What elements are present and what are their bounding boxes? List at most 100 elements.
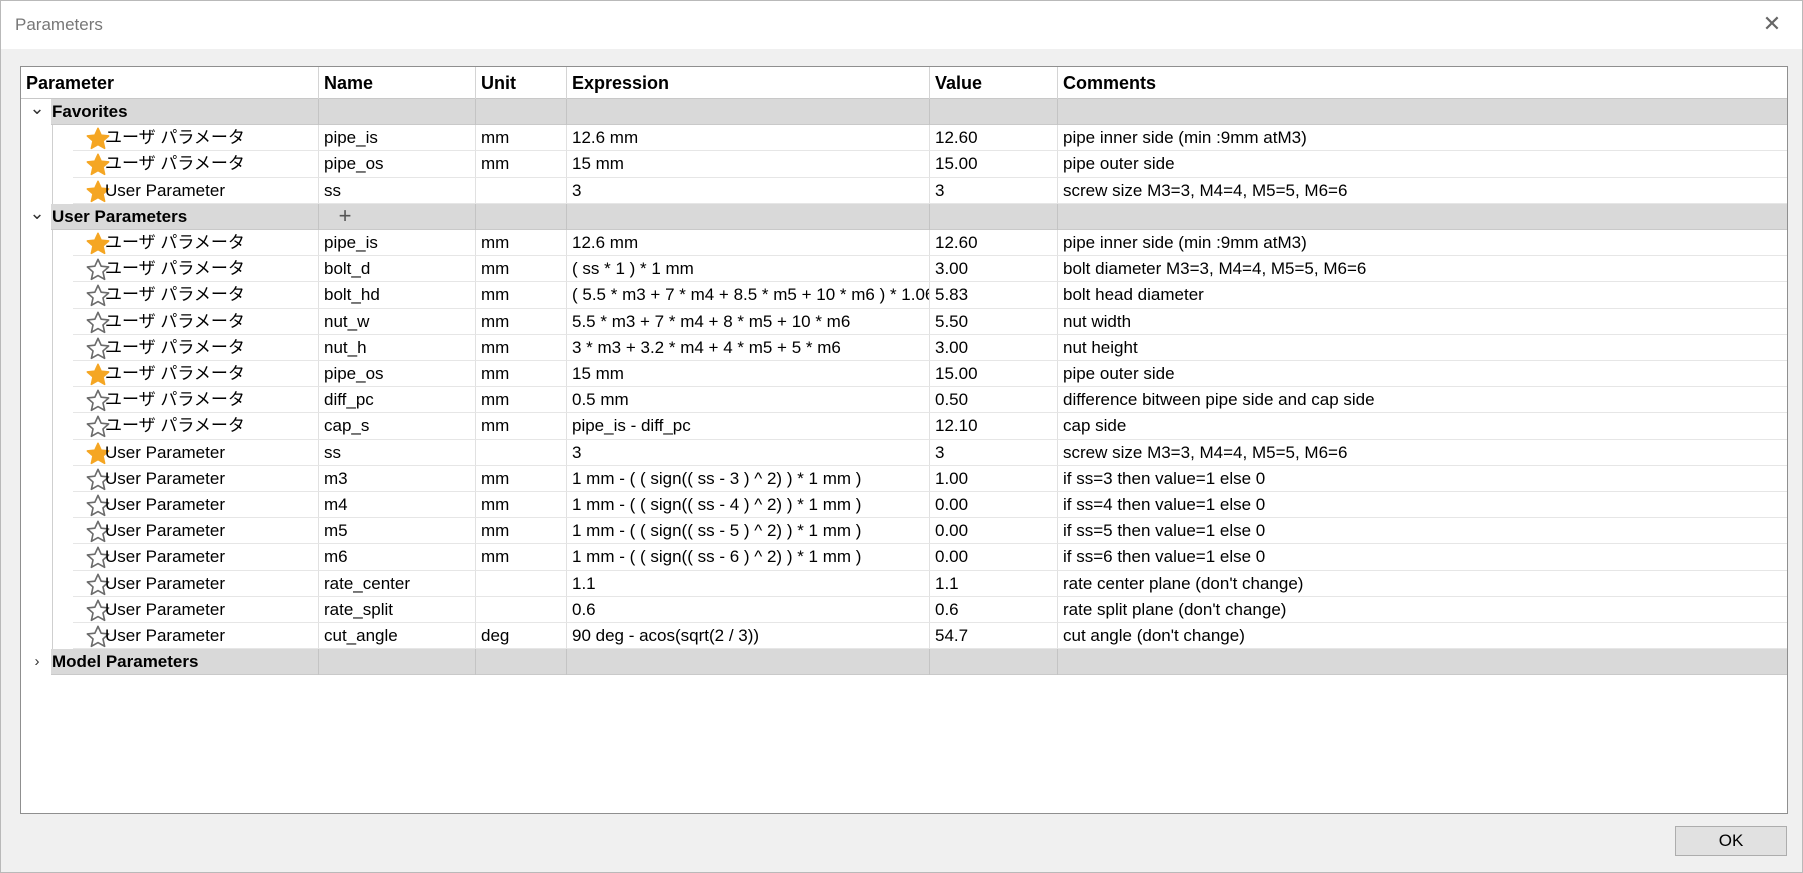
cell-comments[interactable]: if ss=4 then value=1 else 0: [1058, 492, 1787, 519]
cell-value: 3.00: [930, 334, 1058, 361]
cell-expression[interactable]: 90 deg - acos(sqrt(2 / 3)): [567, 623, 930, 650]
cell-expression[interactable]: 1 mm - ( ( sign(( ss - 6 ) ^ 2) ) * 1 mm…: [567, 544, 930, 571]
cell-comments[interactable]: nut height: [1058, 335, 1787, 361]
cell-comments[interactable]: screw size M3=3, M4=4, M5=5, M6=6: [1058, 178, 1787, 204]
cell-name[interactable]: ss: [319, 177, 476, 204]
cell-expression[interactable]: 3: [567, 177, 930, 204]
column-header-unit[interactable]: Unit: [476, 67, 567, 99]
cell-name[interactable]: m5: [319, 518, 476, 545]
cell-name[interactable]: rate_center: [319, 570, 476, 597]
table-row[interactable]: User Parameter ss 3 3 screw size M3=3, M4=4,…: [21, 177, 1787, 204]
cell-expression[interactable]: 5.5 * m3 + 7 * m4 + 8 * m5 + 10 * m6: [567, 308, 930, 335]
cell-comments[interactable]: nut width: [1058, 309, 1787, 335]
cell-expression[interactable]: 1.1: [567, 570, 930, 597]
column-header-parameter[interactable]: Parameter: [21, 67, 319, 99]
cell-name[interactable]: m3: [319, 465, 476, 492]
cell-value: 0.00: [930, 518, 1058, 545]
close-icon[interactable]: ✕: [1758, 10, 1786, 38]
add-parameter-icon[interactable]: +: [334, 203, 356, 230]
chevron-down-icon[interactable]: ⌄: [27, 204, 47, 230]
cell-expression[interactable]: 15 mm: [567, 151, 930, 178]
cell-parameter: User Parameter: [73, 570, 319, 597]
table-row[interactable]: User Parameter m4 mm 1 mm - ( ( sign(( ss -…: [21, 492, 1787, 519]
ok-button[interactable]: OK: [1675, 826, 1787, 856]
cell-name[interactable]: ss: [319, 439, 476, 466]
chevron-down-icon[interactable]: ⌄: [27, 99, 47, 125]
table-row[interactable]: User Parameter m5 mm 1 mm - ( ( sign(( ss -…: [21, 518, 1787, 545]
cell-expression[interactable]: 12.6 mm: [567, 125, 930, 152]
table-row[interactable]: ユーザ パラメータ nut_h mm 3 * m3 + 3.2 * m4 + 4 * …: [21, 334, 1787, 361]
cell-unit: deg: [476, 623, 567, 650]
column-header-value[interactable]: Value: [930, 67, 1058, 99]
parameters-table: Parameter Name Unit Expression Value Comments…: [20, 66, 1788, 814]
group-row-user-parameters[interactable]: ⌄ User Parameters +: [21, 203, 1787, 230]
cell-comments[interactable]: if ss=5 then value=1 else 0: [1058, 518, 1787, 545]
cell-comments[interactable]: screw size M3=3, M4=4, M5=5, M6=6: [1058, 440, 1787, 466]
table-row[interactable]: ユーザ パラメータ bolt_hd mm( 5.5 * m3 + 7 * m4 + …: [21, 282, 1787, 309]
table-row[interactable]: User Parameter m6 mm 1 mm - ( ( sign(( ss -…: [21, 544, 1787, 571]
table-row[interactable]: ユーザ パラメータ bolt_d mm( ss * 1 ) * 1 mm 3.00 b…: [21, 256, 1787, 283]
cell-comments[interactable]: pipe outer side: [1058, 361, 1787, 388]
cell-name[interactable]: nut_w: [319, 308, 476, 335]
cell-expression[interactable]: 12.6 mm: [567, 230, 930, 257]
cell-comments[interactable]: if ss=3 then value=1 else 0: [1058, 466, 1787, 492]
table-row[interactable]: ユーザ パラメータ cap_s mm pipe_is - diff_pc 12.10 ca…: [21, 413, 1787, 440]
cell-comments[interactable]: difference bitween pipe side and cap sid…: [1058, 387, 1787, 414]
table-row[interactable]: ユーザ パラメータ pipe_is mm 12.6 mm 12.60 pipe inner…: [21, 125, 1787, 152]
cell-name[interactable]: nut_h: [319, 334, 476, 361]
table-row[interactable]: ユーザ パラメータ pipe_os mm 15 mm 15.00 pipe outer s…: [21, 361, 1787, 388]
cell-comments[interactable]: if ss=6 then value=1 else 0: [1058, 544, 1787, 571]
cell-expression[interactable]: ( 5.5 * m3 + 7 * m4 + 8.5 * m5 + 10 * m6…: [567, 282, 930, 309]
table-row[interactable]: ユーザ パラメータ diff_pc mm 0.5 mm 0.50 difference b…: [21, 387, 1787, 414]
cell-expression[interactable]: 1 mm - ( ( sign(( ss - 5 ) ^ 2) ) * 1 mm…: [567, 518, 930, 545]
chevron-right-icon[interactable]: ›: [27, 649, 47, 675]
cell-unit: mm: [476, 465, 567, 492]
cell-comments[interactable]: pipe inner side (min :9mm atM3): [1058, 230, 1787, 257]
column-header-expression[interactable]: Expression: [567, 67, 930, 99]
cell-expression[interactable]: 3 * m3 + 3.2 * m4 + 4 * m5 + 5 * m6: [567, 334, 930, 361]
cell-comments[interactable]: rate center plane (don't change): [1058, 571, 1787, 597]
cell-comments[interactable]: pipe inner side (min :9mm atM3): [1058, 125, 1787, 152]
cell-name[interactable]: m4: [319, 492, 476, 519]
cell-expression[interactable]: 1 mm - ( ( sign(( ss - 4 ) ^ 2) ) * 1 mm…: [567, 492, 930, 519]
table-row[interactable]: ユーザ パラメータ pipe_is mm 12.6 mm 12.60 pipe inner…: [21, 230, 1787, 257]
table-header: Parameter Name Unit Expression Value Comments: [21, 67, 1787, 99]
cell-comments[interactable]: cap side: [1058, 413, 1787, 440]
table-row[interactable]: ユーザ パラメータ pipe_os mm 15 mm 15.00 pipe outer s…: [21, 151, 1787, 178]
cell-value: 12.60: [930, 125, 1058, 152]
cell-expression[interactable]: pipe_is - diff_pc: [567, 413, 930, 440]
cell-comments[interactable]: bolt diameter M3=3, M4=4, M5=5, M6=6: [1058, 256, 1787, 283]
table-row[interactable]: User Parameter rate_split 0.6 0.6 rate split…: [21, 596, 1787, 623]
cell-name[interactable]: pipe_is: [319, 125, 476, 152]
table-row[interactable]: ユーザ パラメータ nut_w mm 5.5 * m3 + 7 * m4 + 8 * …: [21, 308, 1787, 335]
cell-name[interactable]: pipe_is: [319, 230, 476, 257]
table-row[interactable]: User Parameter ss 3 3 screw size M3=3, M4=4,…: [21, 439, 1787, 466]
table-row[interactable]: User Parameter m3 mm 1 mm - ( ( sign(( ss -…: [21, 465, 1787, 492]
table-row[interactable]: User Parameter rate_center 1.1 1.1 rate cent…: [21, 570, 1787, 597]
column-header-comments[interactable]: Comments: [1058, 67, 1787, 99]
group-row-favorites[interactable]: ⌄ Favorites: [21, 99, 1787, 126]
cell-name[interactable]: bolt_hd: [319, 282, 476, 309]
cell-expression[interactable]: ( ss * 1 ) * 1 mm: [567, 256, 930, 283]
cell-name[interactable]: rate_split: [319, 596, 476, 623]
cell-parameter: ユーザ パラメータ: [73, 387, 319, 414]
cell-expression[interactable]: 0.6: [567, 596, 930, 623]
cell-comments[interactable]: rate split plane (don't change): [1058, 597, 1787, 623]
cell-name[interactable]: m6: [319, 544, 476, 571]
cell-expression[interactable]: 3: [567, 439, 930, 466]
cell-name[interactable]: cap_s: [319, 413, 476, 440]
cell-name[interactable]: pipe_os: [319, 151, 476, 178]
cell-expression[interactable]: 0.5 mm: [567, 387, 930, 414]
cell-name[interactable]: bolt_d: [319, 256, 476, 283]
table-row[interactable]: User Parameter cut_angle deg 90 deg - acos(…: [21, 623, 1787, 650]
cell-name[interactable]: cut_angle: [319, 623, 476, 650]
column-header-name[interactable]: Name: [319, 67, 476, 99]
cell-expression[interactable]: 15 mm: [567, 361, 930, 388]
cell-comments[interactable]: pipe outer side: [1058, 151, 1787, 178]
group-row-model-parameters[interactable]: › Model Parameters: [21, 649, 1787, 676]
cell-name[interactable]: pipe_os: [319, 361, 476, 388]
cell-comments[interactable]: cut angle (don't change): [1058, 623, 1787, 650]
cell-name[interactable]: diff_pc: [319, 387, 476, 414]
cell-expression[interactable]: 1 mm - ( ( sign(( ss - 3 ) ^ 2) ) * 1 mm…: [567, 465, 930, 492]
cell-comments[interactable]: bolt head diameter: [1058, 282, 1787, 309]
